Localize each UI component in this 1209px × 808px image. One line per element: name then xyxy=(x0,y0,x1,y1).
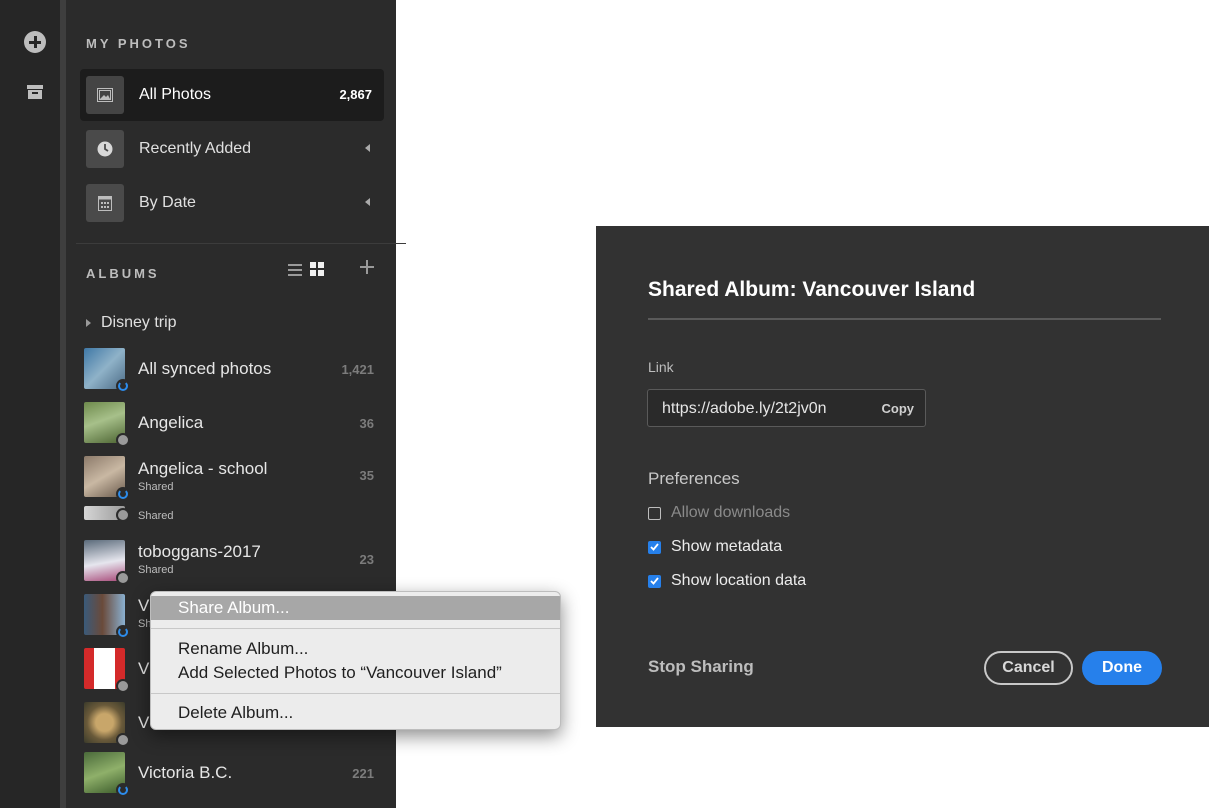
synced-status-icon xyxy=(116,433,130,447)
menu-delete-album[interactable]: Delete Album... xyxy=(151,701,560,725)
nav-count: 2,867 xyxy=(339,87,372,102)
expand-folder-icon[interactable] xyxy=(86,319,91,327)
checkmark-icon xyxy=(650,577,659,585)
synced-status-icon xyxy=(116,679,130,693)
albums-heading: ALBUMS xyxy=(86,266,160,281)
option-label: Allow downloads xyxy=(671,504,791,521)
expand-caret-icon[interactable] xyxy=(365,144,370,152)
nav-label: By Date xyxy=(139,194,196,211)
sync-status-icon xyxy=(116,379,130,393)
image-icon xyxy=(86,76,124,114)
option-label: Show location data xyxy=(671,572,807,589)
my-photos-heading: MY PHOTOS xyxy=(86,36,191,51)
nav-label: All Photos xyxy=(139,86,212,103)
cancel-button[interactable]: Cancel xyxy=(984,651,1073,685)
album-count: 36 xyxy=(359,416,374,431)
menu-share-album[interactable]: Share Album... xyxy=(151,596,560,620)
title-divider xyxy=(648,318,1161,320)
show-location-option[interactable]: Show location data xyxy=(648,572,806,590)
menu-add-selected-photos[interactable]: Add Selected Photos to “Vancouver Island… xyxy=(151,661,560,685)
menu-rename-album[interactable]: Rename Album... xyxy=(151,637,560,661)
album-count: 1,421 xyxy=(341,362,374,377)
checkmark-icon xyxy=(650,543,659,551)
album-shared-label: Shared xyxy=(138,564,174,576)
album-row[interactable]: Shared xyxy=(84,498,384,528)
share-link-field[interactable]: https://adobe.ly/2t2jv0n Copy xyxy=(647,389,926,427)
synced-status-icon xyxy=(116,508,130,522)
album-row[interactable]: toboggans-2017 Shared 23 xyxy=(84,536,384,585)
album-name: V xyxy=(138,659,150,678)
menu-separator xyxy=(151,693,560,694)
sync-status-icon xyxy=(116,783,130,797)
list-view-icon[interactable] xyxy=(288,263,302,281)
copy-link-button[interactable]: Copy xyxy=(882,401,915,416)
menu-separator xyxy=(151,628,560,629)
album-name: Angelica xyxy=(138,413,204,432)
preferences-label: Preferences xyxy=(648,469,740,488)
album-context-menu: Share Album... Rename Album... Add Selec… xyxy=(150,591,561,730)
album-name: All synced photos xyxy=(138,359,272,378)
stop-sharing-button[interactable]: Stop Sharing xyxy=(648,657,754,677)
shared-album-dialog: Shared Album: Vancouver Island Link http… xyxy=(596,226,1209,727)
done-button[interactable]: Done xyxy=(1082,651,1162,685)
left-rail xyxy=(0,0,60,808)
album-name: toboggans-2017 xyxy=(138,542,261,561)
synced-status-icon xyxy=(116,733,130,747)
share-link-url: https://adobe.ly/2t2jv0n xyxy=(662,400,827,417)
album-name: Angelica - school xyxy=(138,459,268,478)
archive-icon[interactable] xyxy=(24,81,46,103)
album-name: V xyxy=(138,713,150,732)
album-row[interactable]: Angelica - school Shared 35 xyxy=(84,452,384,501)
album-row[interactable]: Angelica 36 xyxy=(84,398,384,447)
album-folder[interactable]: Disney trip xyxy=(86,314,177,332)
album-count: 35 xyxy=(359,468,374,483)
show-metadata-option[interactable]: Show metadata xyxy=(648,538,782,556)
nav-label: Recently Added xyxy=(139,140,252,157)
synced-status-icon xyxy=(116,571,130,585)
album-shared-label: Shared xyxy=(138,481,174,493)
album-row[interactable]: All synced photos 1,421 xyxy=(84,344,384,393)
album-count: 221 xyxy=(352,766,374,781)
dialog-title: Shared Album: Vancouver Island xyxy=(648,278,976,301)
show-metadata-checkbox[interactable] xyxy=(648,540,661,554)
calendar-icon xyxy=(86,184,124,222)
album-name: V xyxy=(138,596,150,615)
nav-by-date[interactable]: By Date xyxy=(80,177,384,229)
option-label: Show metadata xyxy=(671,538,783,555)
folder-name: Disney trip xyxy=(101,314,177,331)
sync-status-icon xyxy=(116,625,130,639)
allow-downloads-checkbox[interactable] xyxy=(648,506,661,520)
grid-view-icon[interactable] xyxy=(310,262,324,281)
link-label: Link xyxy=(648,359,674,375)
album-name: Victoria B.C. xyxy=(138,763,233,782)
section-divider xyxy=(76,243,406,244)
expand-caret-icon[interactable] xyxy=(365,198,370,206)
album-shared-label: Shared xyxy=(138,510,174,522)
album-count: 23 xyxy=(359,552,374,567)
album-row[interactable]: Victoria B.C. 221 xyxy=(84,748,384,797)
allow-downloads-option[interactable]: Allow downloads xyxy=(648,504,790,522)
nav-recently-added[interactable]: Recently Added xyxy=(80,123,384,175)
add-album-icon[interactable] xyxy=(357,257,377,277)
album-view-toggle xyxy=(288,262,324,281)
nav-all-photos[interactable]: All Photos 2,867 xyxy=(80,69,384,121)
add-photos-icon[interactable] xyxy=(24,31,46,53)
clock-icon xyxy=(86,130,124,168)
show-location-checkbox[interactable] xyxy=(648,574,661,588)
